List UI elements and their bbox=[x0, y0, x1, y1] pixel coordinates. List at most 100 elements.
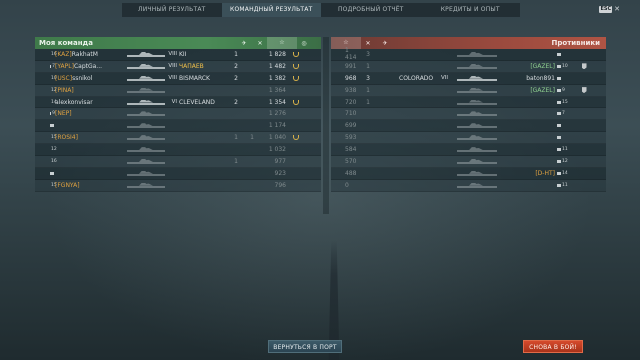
ship-class-icon bbox=[557, 171, 561, 175]
my-team-row[interactable]: 16 1 977 bbox=[35, 156, 321, 168]
base-xp: 1 364 bbox=[268, 86, 286, 94]
enemy-team-row[interactable]: 699 bbox=[331, 120, 606, 133]
ship-silhouette-icon bbox=[125, 75, 167, 82]
level-value: 15 bbox=[562, 99, 568, 105]
player-name: [ROSI4] bbox=[55, 134, 125, 141]
rank-badge-icon bbox=[581, 63, 587, 70]
planes-destroyed: 1 bbox=[234, 134, 238, 142]
base-xp: 1 040 bbox=[268, 134, 286, 142]
player-level: 10 bbox=[557, 64, 579, 69]
cross-icon: ✕ bbox=[365, 39, 371, 47]
ship-silhouette-icon bbox=[125, 63, 167, 70]
my-team-row[interactable]: 7 [YAPL]CaptGa... VIII ЧАПАЕВ 2 1 482 bbox=[35, 60, 321, 73]
clan-tag: [PINA] bbox=[55, 86, 74, 94]
close-button[interactable]: ESC ✕ bbox=[599, 5, 620, 13]
wreath-icon bbox=[293, 75, 299, 81]
plane-icon: ✈ bbox=[382, 39, 388, 47]
enemy-team-title: Противники bbox=[551, 39, 600, 47]
enemy-team-row[interactable]: 570 12 bbox=[331, 156, 606, 168]
my-team-row[interactable]: 9 [NEP] 1 276 bbox=[35, 108, 321, 121]
enemy-team-row[interactable]: 720 1 15 bbox=[331, 96, 606, 109]
enemy-team-row[interactable]: 593 bbox=[331, 132, 606, 145]
enemy-team-row[interactable]: 1 414 3 bbox=[331, 47, 606, 61]
enemy-team-row[interactable]: 488 [D-HT] 14 bbox=[331, 167, 606, 180]
ship-silhouette-icon bbox=[125, 110, 167, 117]
ship-class-icon bbox=[50, 64, 52, 68]
player-level: 12 bbox=[557, 159, 579, 164]
ship-silhouette-icon bbox=[455, 75, 499, 82]
return-to-port-button[interactable]: ВЕРНУТЬСЯ В ПОРТ bbox=[268, 340, 342, 353]
my-team-row[interactable]: 16 [KAZ]RakhatM VIII KII 1 1 828 bbox=[35, 49, 321, 61]
enemy-team-rows: 1 414 3 991 1 [GAZEL] 10 968 3 COLORADO VII baton8… bbox=[331, 47, 606, 192]
player-name: alexkonvisar bbox=[55, 99, 125, 106]
ship-silhouette-icon bbox=[455, 110, 499, 117]
base-xp: 710 bbox=[345, 110, 357, 118]
nickname: CaptGa... bbox=[73, 62, 103, 70]
ship-silhouette-icon bbox=[455, 158, 499, 165]
results-tabs: ЛИЧНЫЙ РЕЗУЛЬТАТ КОМАНДНЫЙ РЕЗУЛЬТАТ ПОД… bbox=[122, 3, 520, 17]
level-value: 12 bbox=[51, 147, 57, 153]
ship-silhouette-icon bbox=[455, 134, 499, 141]
enemy-team-row[interactable]: 938 1 [GAZEL] 9 bbox=[331, 84, 606, 97]
ship-silhouette-icon bbox=[125, 99, 167, 106]
clan-tag: [ROSI4] bbox=[55, 134, 78, 142]
base-xp: 1 828 bbox=[268, 50, 286, 58]
wreath-icon bbox=[293, 63, 299, 69]
player-name: [PINA] bbox=[55, 87, 125, 94]
player-level: 14 bbox=[557, 171, 579, 176]
wreath-icon bbox=[293, 51, 299, 57]
player-level bbox=[557, 136, 579, 140]
battle-again-button[interactable]: СНОВА В БОЙ! bbox=[523, 340, 583, 353]
ship-class-icon bbox=[50, 124, 54, 128]
player-level: 11 bbox=[557, 183, 579, 188]
enemy-team-row[interactable]: 968 3 COLORADO VII baton891 bbox=[331, 72, 606, 85]
tab-team[interactable]: КОМАНДНЫЙ РЕЗУЛЬТАТ bbox=[221, 3, 321, 17]
rank-badge-slot bbox=[579, 63, 589, 70]
my-team-row[interactable]: 12 [PINA] 1 364 bbox=[35, 84, 321, 97]
base-xp: 1 032 bbox=[268, 146, 286, 154]
level-value: 9 bbox=[562, 87, 565, 93]
tab-personal[interactable]: ЛИЧНЫЙ РЕЗУЛЬТАТ bbox=[122, 3, 222, 17]
my-team-row[interactable]: 10 [USC]ssnikol VIII BISMARCK 2 1 382 bbox=[35, 72, 321, 85]
player-level: 14 bbox=[35, 100, 57, 105]
ships-destroyed: 1 bbox=[250, 134, 254, 142]
enemy-team-row[interactable]: 584 11 bbox=[331, 144, 606, 157]
ship-silhouette-icon bbox=[455, 170, 499, 177]
my-team-row[interactable]: 14 alexkonvisar VI CLEVELAND 2 1 354 bbox=[35, 96, 321, 109]
ship-name: COLORADO bbox=[399, 74, 434, 82]
achievement-slot bbox=[289, 51, 303, 57]
ship-silhouette-icon bbox=[455, 63, 499, 70]
ship-tier: VIII bbox=[168, 63, 177, 70]
my-team-header: Моя команда ✈ ✕ ☆ ◎ bbox=[35, 37, 321, 49]
player-name: [GAZEL] bbox=[530, 62, 555, 70]
enemy-team-header: ☆ ✕ ✈ Противники bbox=[331, 37, 606, 49]
ship-name: CLEVELAND bbox=[179, 98, 215, 106]
my-team-row[interactable]: 12 1 032 bbox=[35, 144, 321, 157]
achievement-slot bbox=[289, 63, 303, 69]
ship-silhouette-icon bbox=[455, 122, 499, 129]
base-xp: 1 276 bbox=[268, 110, 286, 118]
tab-detailed[interactable]: ПОДРОБНЫЙ ОТЧЁТ bbox=[321, 3, 421, 17]
wreath-icon bbox=[293, 99, 299, 105]
my-team-row[interactable]: 15 [ROSI4] 1 1 1 040 bbox=[35, 132, 321, 145]
level-value: 11 bbox=[562, 182, 568, 188]
enemy-team-row[interactable]: 0 11 bbox=[331, 179, 606, 192]
enemy-team-row[interactable]: 991 1 [GAZEL] 10 bbox=[331, 60, 606, 73]
wreath-icon: ◎ bbox=[301, 39, 307, 47]
my-team-row[interactable]: 1 174 bbox=[35, 120, 321, 133]
enemy-team-row[interactable]: 710 7 bbox=[331, 108, 606, 121]
player-level: 15 bbox=[35, 135, 57, 140]
ships-destroyed: 1 bbox=[366, 86, 370, 94]
base-xp: 720 bbox=[345, 98, 357, 106]
tab-credits[interactable]: КРЕДИТЫ И ОПЫТ bbox=[421, 3, 521, 17]
player-level bbox=[35, 171, 55, 175]
my-team-row[interactable]: 15 [FGNYA] 796 bbox=[35, 179, 321, 192]
achievement-slot bbox=[289, 99, 303, 105]
level-value: 11 bbox=[562, 147, 568, 153]
my-team-row[interactable]: 923 bbox=[35, 167, 321, 180]
ships-destroyed: 3 bbox=[366, 74, 370, 82]
ship-class-icon bbox=[557, 52, 561, 56]
player-level: 15 bbox=[35, 183, 57, 188]
base-xp: 796 bbox=[274, 181, 286, 189]
ship-silhouette-icon bbox=[125, 134, 167, 141]
